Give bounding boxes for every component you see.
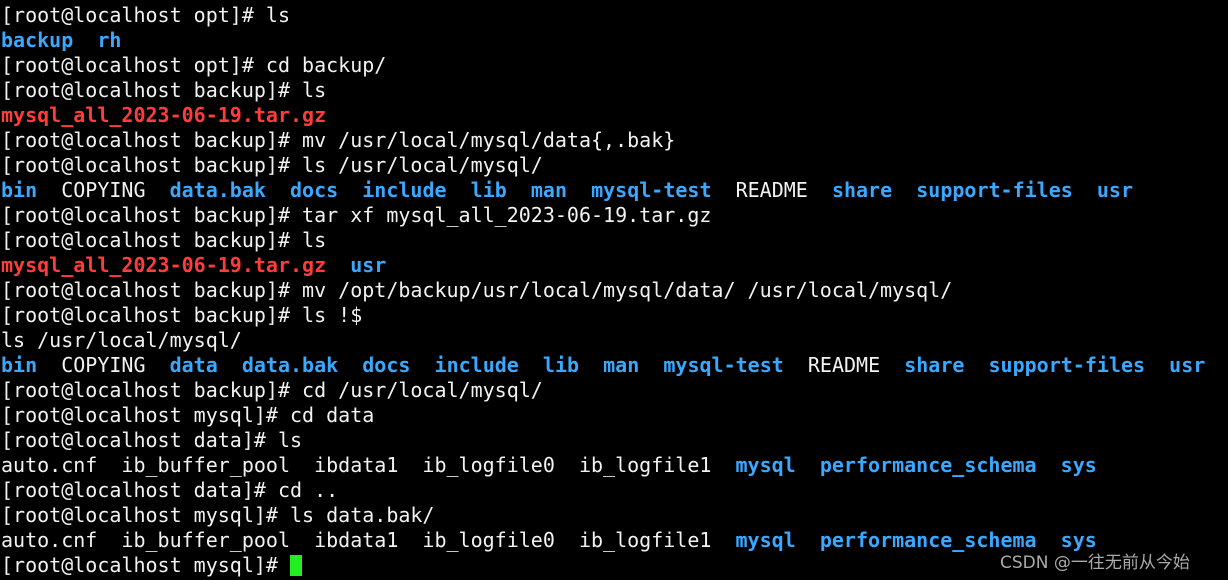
- terminal-line: [root@localhost backup]# cd /usr/local/m…: [1, 378, 1205, 403]
- terminal-line: [root@localhost backup]# ls: [1, 78, 1205, 103]
- terminal-line: [root@localhost mysql]# cd data: [1, 403, 1205, 428]
- directory-entry: usr: [1169, 353, 1206, 377]
- terminal-text: auto.cnf ib_buffer_pool ibdata1 ib_logfi…: [1, 453, 736, 477]
- terminal-line: [root@localhost data]# ls: [1, 428, 1205, 453]
- terminal-line: mysql_all_2023-06-19.tar.gz: [1, 103, 1205, 128]
- terminal-line: mysql_all_2023-06-19.tar.gz usr: [1, 253, 1205, 278]
- terminal-text: [root@localhost data]# ls: [1, 428, 303, 452]
- directory-entry: mysql-test: [591, 178, 712, 202]
- directory-entry: rh: [97, 28, 122, 52]
- terminal-line: [root@localhost backup]# ls !$: [1, 303, 1205, 328]
- terminal-text: [root@localhost mysql]#: [1, 553, 290, 577]
- directory-entry: usr: [350, 253, 387, 277]
- terminal-line: [root@localhost data]# cd ..: [1, 478, 1205, 503]
- directory-entry: data.bak: [241, 353, 339, 377]
- directory-entry: man: [530, 178, 567, 202]
- terminal-line: [root@localhost mysql]# ls data.bak/: [1, 503, 1205, 528]
- terminal-line: [root@localhost backup]# mv /usr/local/m…: [1, 128, 1205, 153]
- terminal-text: auto.cnf ib_buffer_pool ibdata1 ib_logfi…: [1, 528, 736, 552]
- directory-entry: bin: [1, 353, 38, 377]
- directory-entry: mysql: [735, 453, 796, 477]
- terminal-text: [root@localhost backup]# mv /opt/backup/…: [1, 278, 953, 302]
- directory-entry: support-files: [916, 178, 1073, 202]
- directory-entry: lib: [470, 178, 507, 202]
- terminal-text: [root@localhost backup]# ls !$: [1, 303, 363, 327]
- terminal-text: [root@localhost mysql]# ls data.bak/: [1, 503, 435, 527]
- directory-entry: share: [904, 353, 965, 377]
- terminal-text: COPYING: [37, 353, 170, 377]
- terminal-text: README: [711, 178, 832, 202]
- directory-entry: support-files: [988, 353, 1146, 377]
- terminal-line: backup rh: [1, 28, 1205, 53]
- directory-entry: docs: [362, 353, 411, 377]
- terminal-text: [root@localhost backup]# ls: [1, 78, 327, 102]
- directory-entry: man: [603, 353, 640, 377]
- directory-entry: lib: [542, 353, 580, 377]
- terminal-text: [root@localhost backup]# mv /usr/local/m…: [1, 128, 676, 152]
- directory-entry: include: [434, 353, 519, 377]
- terminal-line: ls /usr/local/mysql/: [1, 328, 1205, 353]
- terminal-line: [root@localhost backup]# mv /opt/backup/…: [1, 278, 1205, 303]
- directory-entry: backup: [1, 28, 74, 52]
- terminal-text: [root@localhost backup]# ls: [1, 228, 327, 252]
- directory-entry: docs: [290, 178, 339, 202]
- terminal-text: README: [783, 353, 905, 377]
- terminal-line: bin COPYING data.bak docs include lib ma…: [1, 178, 1205, 203]
- directory-entry: mysql-test: [663, 353, 784, 377]
- terminal-line: [root@localhost backup]# ls: [1, 228, 1205, 253]
- cursor-block: [289, 555, 302, 576]
- directory-entry: bin: [1, 178, 38, 202]
- directory-entry: sys: [1060, 453, 1097, 477]
- directory-entry: usr: [1096, 178, 1134, 202]
- archive-file-entry: mysql_all_2023-06-19.tar.gz: [1, 253, 327, 277]
- terminal-line: [root@localhost backup]# tar xf mysql_al…: [1, 203, 1205, 228]
- directory-entry: share: [831, 178, 893, 202]
- directory-entry: include: [362, 178, 447, 202]
- terminal-text: [root@localhost mysql]# cd data: [1, 403, 375, 427]
- terminal-line: [root@localhost opt]# ls: [1, 3, 1205, 28]
- terminal-text: COPYING: [37, 178, 170, 202]
- terminal-text: [root@localhost data]# cd ..: [1, 478, 339, 502]
- terminal-text: ls /usr/local/mysql/: [1, 328, 242, 352]
- directory-entry: data: [169, 353, 218, 377]
- terminal-output[interactable]: [root@localhost opt]# ls backup rh [root@l…: [1, 3, 1205, 578]
- directory-entry: performance_schema: [819, 453, 1037, 477]
- terminal-text: [root@localhost backup]# cd /usr/local/m…: [1, 378, 543, 402]
- terminal-text: [root@localhost opt]# ls: [1, 3, 290, 27]
- directory-entry: data.bak: [169, 178, 266, 202]
- terminal-text: [root@localhost opt]# cd backup/: [1, 53, 387, 77]
- directory-entry: mysql: [735, 528, 796, 552]
- terminal-line: [root@localhost backup]# ls /usr/local/m…: [1, 153, 1205, 178]
- archive-file-entry: mysql_all_2023-06-19.tar.gz: [1, 103, 327, 127]
- terminal-line: auto.cnf ib_buffer_pool ibdata1 ib_logfi…: [1, 453, 1205, 478]
- watermark: CSDN @一往无前从今始: [1000, 553, 1190, 573]
- terminal-text: [root@localhost backup]# ls /usr/local/m…: [1, 153, 543, 177]
- terminal-text: [root@localhost backup]# tar xf mysql_al…: [1, 203, 712, 227]
- terminal-line: [root@localhost opt]# cd backup/: [1, 53, 1205, 78]
- terminal-line: bin COPYING data data.bak docs include l…: [1, 353, 1205, 378]
